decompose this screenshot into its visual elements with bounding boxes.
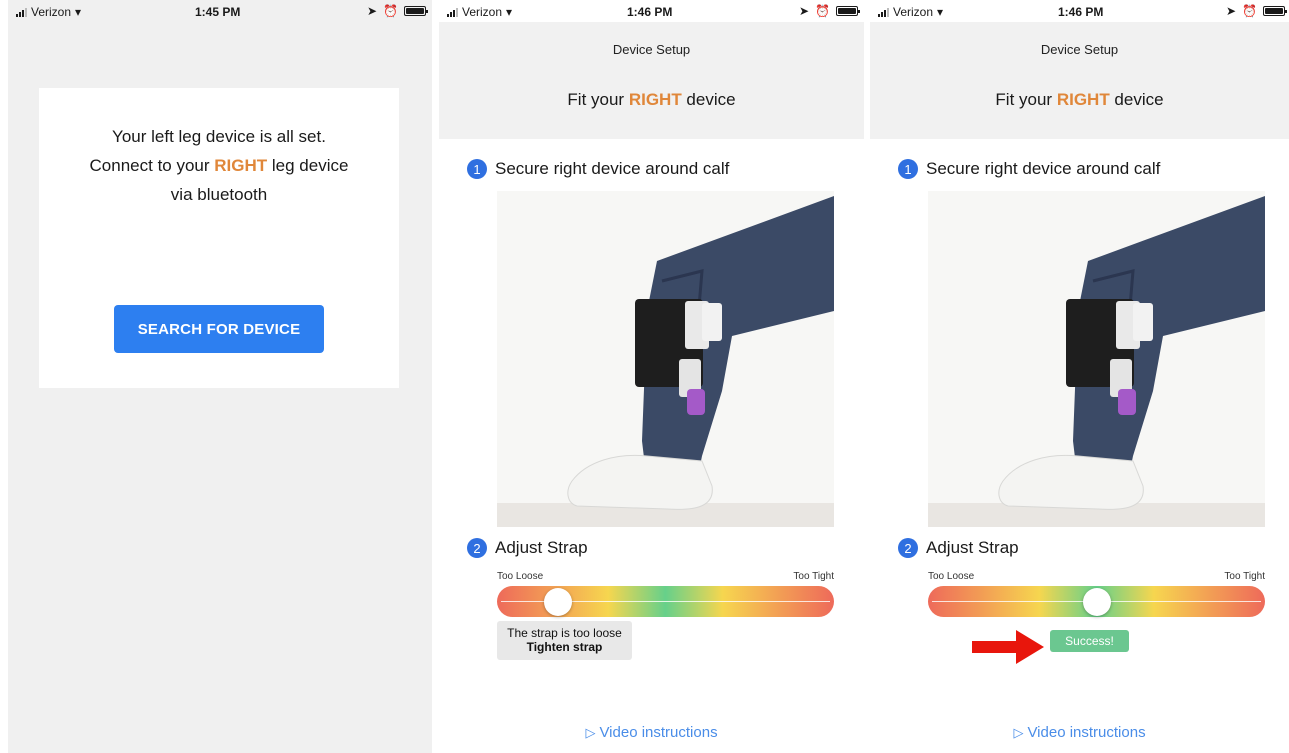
carrier-label: Verizon	[893, 5, 934, 19]
alarm-icon: ⏰	[1242, 4, 1257, 18]
right-highlight: RIGHT	[1056, 90, 1110, 109]
connect-card: Your left leg device is all set. Connect…	[39, 88, 399, 388]
strap-feedback-tooltip: The strap is too loose Tighten strap	[497, 621, 632, 660]
signal-icon	[878, 7, 889, 17]
phone-connect-screen: Verizon ▾ 1:45 PM ➤ ⏰ Your left leg devi…	[8, 0, 432, 753]
location-icon: ➤	[1225, 4, 1237, 18]
strap-slider-thumb[interactable]	[543, 588, 572, 616]
fit-title-pre: Fit your	[567, 90, 629, 109]
signal-icon	[447, 7, 458, 17]
connect-message: Your left leg device is all set. Connect…	[39, 122, 399, 209]
setup-header: Device Setup Fit your RIGHT device	[439, 22, 864, 139]
status-time: 1:46 PM	[627, 5, 673, 19]
tip-message: The strap is too loose	[507, 626, 622, 640]
status-icons: ➤ ⏰	[1225, 4, 1287, 18]
wifi-icon: ▾	[506, 5, 513, 19]
step-2: 2 Adjust Strap	[467, 538, 588, 558]
too-tight-label: Too Tight	[1224, 571, 1265, 582]
carrier: Verizon ▾	[16, 5, 81, 19]
status-bar: Verizon ▾ 1:46 PM ➤ ⏰	[439, 0, 864, 22]
message-line-3: via bluetooth	[170, 185, 268, 204]
video-instructions-link[interactable]: ▷ Video instructions	[870, 724, 1289, 741]
alarm-icon: ⏰	[383, 4, 398, 18]
play-icon: ▷	[585, 725, 596, 740]
right-highlight: RIGHT	[628, 90, 682, 109]
play-icon: ▷	[1013, 725, 1024, 740]
location-icon: ➤	[366, 4, 378, 18]
step-2-number: 2	[467, 538, 487, 558]
status-time: 1:45 PM	[195, 5, 241, 19]
strap-slider-thumb[interactable]	[1082, 588, 1111, 616]
screens: Verizon ▾ 1:45 PM ➤ ⏰ Your left leg devi…	[0, 0, 1289, 753]
phone-fit-screen-loose: Verizon ▾ 1:46 PM ➤ ⏰ Device Setup Fit y…	[439, 0, 864, 753]
step-1-label: Secure right device around calf	[926, 159, 1161, 178]
signal-icon	[16, 7, 27, 17]
carrier: Verizon ▾	[878, 5, 943, 19]
status-icons: ➤ ⏰	[366, 4, 428, 18]
step-1-number: 1	[467, 159, 487, 179]
phone-fit-screen-success: Verizon ▾ 1:46 PM ➤ ⏰ Device Setup Fit y…	[870, 0, 1289, 753]
tip-action: Tighten strap	[526, 640, 603, 654]
search-for-device-button[interactable]: SEARCH FOR DEVICE	[114, 305, 324, 353]
setup-header: Device Setup Fit your RIGHT device	[870, 22, 1289, 139]
step-2-label: Adjust Strap	[495, 538, 588, 557]
video-instructions-label: Video instructions	[1027, 724, 1146, 741]
fit-title-post: device	[681, 90, 736, 109]
step-2: 2 Adjust Strap	[898, 538, 1019, 558]
wifi-icon: ▾	[937, 5, 944, 19]
carrier-label: Verizon	[31, 5, 72, 19]
fit-title: Fit your RIGHT device	[439, 90, 864, 110]
leg-device-photo	[497, 191, 834, 527]
video-instructions-link[interactable]: ▷ Video instructions	[439, 724, 864, 741]
header-title: Device Setup	[1040, 42, 1119, 57]
status-bar: Verizon ▾ 1:45 PM ➤ ⏰	[8, 0, 432, 22]
video-instructions-label: Video instructions	[599, 724, 718, 741]
battery-icon	[1263, 6, 1287, 16]
battery-icon	[836, 6, 860, 16]
red-arrow-icon	[972, 630, 1044, 664]
message-line-2-post: leg device	[267, 156, 349, 175]
too-loose-label: Too Loose	[928, 571, 975, 582]
step-1-label: Secure right device around calf	[495, 159, 730, 178]
carrier: Verizon ▾	[447, 5, 512, 19]
status-icons: ➤ ⏰	[798, 4, 860, 18]
step-2-label: Adjust Strap	[926, 538, 1019, 557]
message-line-1: Your left leg device is all set.	[112, 127, 326, 146]
location-icon: ➤	[798, 4, 810, 18]
too-loose-label: Too Loose	[497, 571, 544, 582]
message-line-2: Connect to your RIGHT leg device	[39, 151, 399, 180]
step-1-number: 1	[898, 159, 918, 179]
too-tight-label: Too Tight	[793, 571, 834, 582]
battery-icon	[404, 6, 428, 16]
leg-device-photo	[928, 191, 1265, 527]
step-1: 1 Secure right device around calf	[898, 159, 1160, 179]
header-title: Device Setup	[612, 42, 691, 57]
alarm-icon: ⏰	[815, 4, 830, 18]
step-2-number: 2	[898, 538, 918, 558]
message-line-2-pre: Connect to your	[89, 156, 215, 175]
status-bar: Verizon ▾ 1:46 PM ➤ ⏰	[870, 0, 1289, 22]
fit-title-post: device	[1109, 90, 1164, 109]
carrier-label: Verizon	[462, 5, 503, 19]
fit-title: Fit your RIGHT device	[870, 90, 1289, 110]
step-1: 1 Secure right device around calf	[467, 159, 729, 179]
right-highlight: RIGHT	[214, 156, 268, 175]
success-badge: Success!	[1050, 630, 1129, 652]
wifi-icon: ▾	[75, 5, 82, 19]
status-time: 1:46 PM	[1058, 5, 1104, 19]
fit-title-pre: Fit your	[995, 90, 1057, 109]
